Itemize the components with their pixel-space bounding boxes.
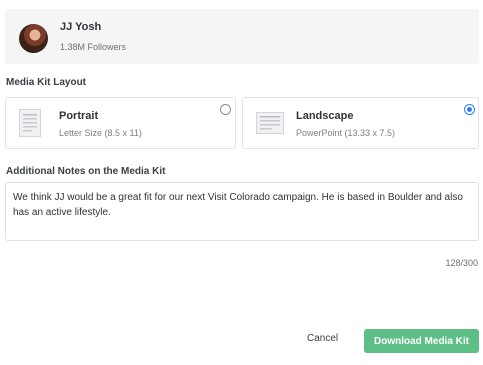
portrait-radio-button[interactable] (220, 104, 231, 115)
layout-option-size: PowerPoint (13.33 x 7.5) (296, 128, 396, 138)
avatar (19, 24, 48, 53)
follower-count: 1.38M Followers (60, 42, 127, 52)
additional-notes-label: Additional Notes on the Media Kit (6, 166, 166, 177)
layout-option-title: Landscape (296, 110, 354, 122)
cancel-button[interactable]: Cancel (307, 333, 338, 344)
layout-option-landscape[interactable]: Landscape PowerPoint (13.33 x 7.5) (242, 97, 479, 149)
profile-name: JJ Yosh (60, 21, 102, 33)
media-kit-layout-label: Media Kit Layout (6, 77, 87, 88)
layout-option-size: Letter Size (8.5 x 11) (59, 128, 142, 138)
character-count: 128/300 (445, 258, 478, 268)
additional-notes-textarea[interactable]: We think JJ would be a great fit for our… (5, 182, 479, 241)
layout-option-portrait[interactable]: Portrait Letter Size (8.5 x 11) (5, 97, 236, 149)
download-media-kit-button[interactable]: Download Media Kit (364, 329, 479, 353)
landscape-document-icon (256, 112, 284, 134)
influencer-profile-card: JJ Yosh 1.38M Followers (5, 9, 479, 64)
layout-option-title: Portrait (59, 110, 99, 122)
portrait-document-icon (19, 109, 41, 137)
landscape-radio-button[interactable] (464, 104, 475, 115)
